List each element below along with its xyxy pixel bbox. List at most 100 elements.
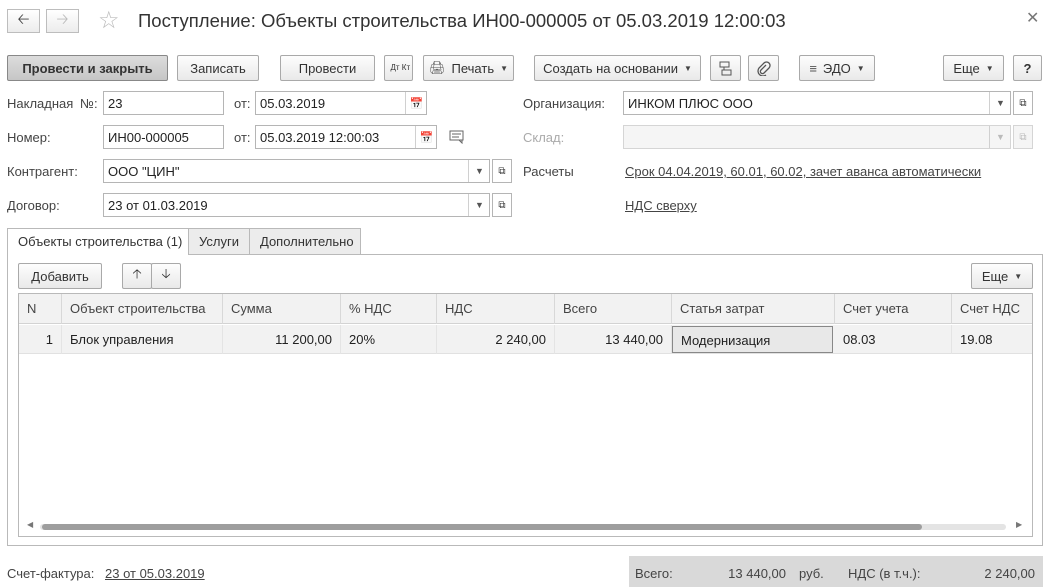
column-header[interactable]: Счет НДС	[952, 294, 1032, 324]
horizontal-scrollbar-thumb[interactable]	[42, 524, 922, 530]
organization-value: ИНКОМ ПЛЮС ООО	[628, 96, 753, 111]
chevron-down-icon: ▼	[996, 132, 1005, 142]
structure-button[interactable]	[710, 55, 741, 81]
tab-additional[interactable]: Дополнительно	[249, 228, 361, 254]
tab-construction-objects[interactable]: Объекты строительства (1)	[7, 228, 189, 255]
organization-label: Организация:	[523, 96, 606, 111]
chevron-down-icon: ▼	[475, 200, 484, 210]
arrow-right-icon: 🡢	[56, 10, 69, 28]
contract-label: Договор:	[7, 198, 60, 213]
calendar-button[interactable]: 📅	[405, 92, 426, 114]
add-label: Добавить	[31, 268, 89, 284]
counterparty-dropdown-button[interactable]: ▼	[468, 160, 489, 182]
invoice-date-value: 05.03.2019	[260, 96, 326, 111]
tab-label: Дополнительно	[260, 234, 354, 249]
favorite-star-icon[interactable]: ☆	[98, 8, 120, 34]
scroll-right-icon[interactable]: ▶	[1016, 520, 1022, 529]
organization-input[interactable]: ИНКОМ ПЛЮС ООО ▼	[623, 91, 1011, 115]
objects-table[interactable]: N Объект строительства Сумма % НДС НДС В…	[18, 293, 1033, 537]
cell-vat[interactable]: 2 240,00	[437, 325, 555, 354]
organization-open-button[interactable]: ⧉	[1013, 91, 1033, 115]
dt-kt-button[interactable]: Дт Кт	[384, 55, 413, 81]
cell-vat-rate[interactable]: 20%	[341, 325, 437, 354]
add-row-button[interactable]: Добавить	[18, 263, 102, 289]
contract-input[interactable]: 23 от 01.03.2019 ▼	[103, 193, 490, 217]
column-header[interactable]: Статья затрат	[672, 294, 835, 324]
cell-vat-account[interactable]: 19.08	[952, 325, 1032, 354]
counterparty-input[interactable]: ООО "ЦИН" ▼	[103, 159, 490, 183]
total-label: Всего:	[635, 566, 673, 581]
dt-kt-icon: Дт Кт	[390, 63, 411, 72]
calendar-button[interactable]: 📅	[415, 126, 436, 148]
cell-total[interactable]: 13 440,00	[555, 325, 672, 354]
organization-dropdown-button[interactable]: ▼	[989, 92, 1010, 114]
invoice-date-input[interactable]: 05.03.2019 📅	[255, 91, 427, 115]
number-label: Номер:	[7, 130, 51, 145]
column-header[interactable]: N	[19, 294, 62, 324]
column-header[interactable]: Объект строительства	[62, 294, 223, 324]
scroll-left-icon[interactable]: ◀	[27, 520, 33, 529]
close-icon[interactable]: ✕	[1026, 8, 1039, 28]
open-icon: ⧉	[1019, 131, 1027, 143]
warehouse-dropdown-button[interactable]: ▼	[989, 126, 1010, 148]
forward-button[interactable]: 🡢	[46, 9, 79, 33]
paperclip-icon	[757, 60, 771, 76]
table-header: N Объект строительства Сумма % НДС НДС В…	[19, 294, 1032, 324]
table-more-button[interactable]: Еще ▼	[971, 263, 1033, 289]
chevron-down-icon: ▼	[475, 166, 484, 176]
number-input[interactable]: ИН00-000005	[103, 125, 224, 149]
column-header[interactable]: Всего	[555, 294, 672, 324]
invoice-doc-label: Счет-фактура:	[7, 566, 95, 581]
counterparty-open-button[interactable]: ⧉	[492, 159, 512, 183]
tab-label: Объекты строительства (1)	[18, 234, 183, 249]
create-based-on-button[interactable]: Создать на основании ▼	[534, 55, 701, 81]
help-button[interactable]: ?	[1013, 55, 1042, 81]
invoice-number-input[interactable]: 23	[103, 91, 224, 115]
cell-n[interactable]: 1	[19, 325, 62, 354]
chevron-down-icon: ▼	[856, 63, 865, 73]
post-button[interactable]: Провести	[280, 55, 375, 81]
move-up-button[interactable]: 🡡	[122, 263, 152, 289]
tab-services[interactable]: Услуги	[188, 228, 250, 254]
column-header[interactable]: Счет учета	[835, 294, 952, 324]
contract-dropdown-button[interactable]: ▼	[468, 194, 489, 216]
tab-label: Услуги	[199, 234, 239, 249]
column-header[interactable]: % НДС	[341, 294, 437, 324]
cell-account[interactable]: 08.03	[835, 325, 952, 354]
create-based-on-label: Создать на основании	[543, 60, 678, 76]
move-down-button[interactable]: 🡣	[151, 263, 181, 289]
cell-cost-item[interactable]: Модернизация	[672, 326, 833, 353]
contract-value: 23 от 01.03.2019	[108, 198, 208, 213]
vat-mode-link[interactable]: НДС сверху	[625, 198, 697, 213]
post-label: Провести	[298, 60, 357, 76]
open-icon: ⧉	[498, 165, 506, 177]
warehouse-input[interactable]: ▼	[623, 125, 1011, 149]
number-date-input[interactable]: 05.03.2019 12:00:03 📅	[255, 125, 437, 149]
save-button[interactable]: Записать	[177, 55, 259, 81]
table-row[interactable]: 1 Блок управления 11 200,00 20% 2 240,00…	[19, 325, 1032, 354]
settlements-link[interactable]: Срок 04.04.2019, 60.01, 60.02, зачет ава…	[625, 164, 981, 179]
contract-open-button[interactable]: ⧉	[492, 193, 512, 217]
invoice-date-label: от:	[234, 96, 251, 111]
edo-label: ЭДО	[822, 60, 851, 76]
structure-icon	[719, 61, 732, 75]
attach-button[interactable]	[748, 55, 779, 81]
calendar-icon: 📅	[409, 97, 424, 110]
invoice-doc-link[interactable]: 23 от 05.03.2019	[105, 566, 205, 581]
cell-amount[interactable]: 11 200,00	[223, 325, 341, 354]
cell-object[interactable]: Блок управления	[62, 325, 223, 354]
back-button[interactable]: 🡠	[7, 9, 40, 33]
warehouse-open-button[interactable]: ⧉	[1013, 125, 1033, 149]
edo-button[interactable]: ≡ ЭДО ▼	[799, 55, 875, 81]
print-button[interactable]: 🖨 Печать ▼	[423, 55, 514, 81]
number-value: ИН00-000005	[108, 130, 189, 145]
page-title: Поступление: Объекты строительства ИН00-…	[138, 10, 786, 31]
column-header[interactable]: Сумма	[223, 294, 341, 324]
more-button[interactable]: Еще ▼	[943, 55, 1004, 81]
vat-total-value: 2 240,00	[984, 566, 1035, 581]
invoice-label: Накладная	[7, 96, 74, 111]
comment-icon[interactable]	[449, 130, 465, 147]
post-and-close-button[interactable]: Провести и закрыть	[7, 55, 168, 81]
number-date-value: 05.03.2019 12:00:03	[260, 130, 380, 145]
column-header[interactable]: НДС	[437, 294, 555, 324]
